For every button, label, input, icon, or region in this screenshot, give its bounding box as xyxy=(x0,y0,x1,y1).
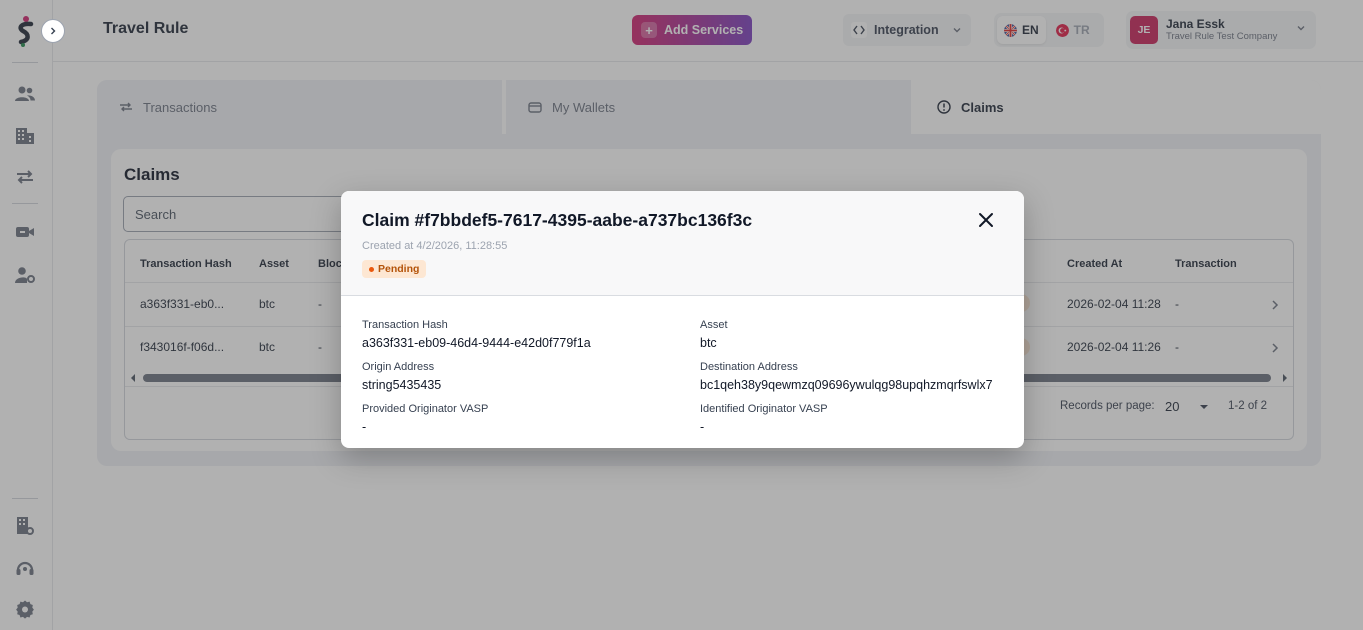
modal-header: Claim #f7bbdef5-7617-4395-aabe-a737bc136… xyxy=(341,191,1024,296)
status-badge: Pending xyxy=(362,260,427,278)
field-label: Asset xyxy=(700,319,728,331)
provided-vasp-value: - xyxy=(362,420,367,434)
created-at-text: Created at 4/2/2026, 11:28:55 xyxy=(362,240,508,252)
field-label: Origin Address xyxy=(362,361,435,373)
close-icon xyxy=(979,213,993,227)
identified-vasp-value: - xyxy=(700,420,705,434)
field-label: Destination Address xyxy=(700,361,798,373)
origin-address-value: string5435435 xyxy=(362,378,442,392)
field-label: Transaction Hash xyxy=(362,319,448,331)
claim-detail-modal: Claim #f7bbdef5-7617-4395-aabe-a737bc136… xyxy=(341,191,1024,448)
close-button[interactable] xyxy=(977,211,995,229)
sidebar-expand-button[interactable] xyxy=(41,19,65,43)
asset-value: btc xyxy=(700,336,717,350)
chevron-right-icon xyxy=(51,27,56,35)
field-label: Provided Originator VASP xyxy=(362,403,489,415)
transaction-hash-value: a363f331-eb09-46d4-9444-e42d0f779f1a xyxy=(362,336,591,350)
destination-address-value: bc1qeh38y9qewmzq09696ywulqg98upqhzmqrfsw… xyxy=(700,378,993,392)
modal-title: Claim #f7bbdef5-7617-4395-aabe-a737bc136… xyxy=(362,210,753,230)
field-label: Identified Originator VASP xyxy=(700,403,828,415)
